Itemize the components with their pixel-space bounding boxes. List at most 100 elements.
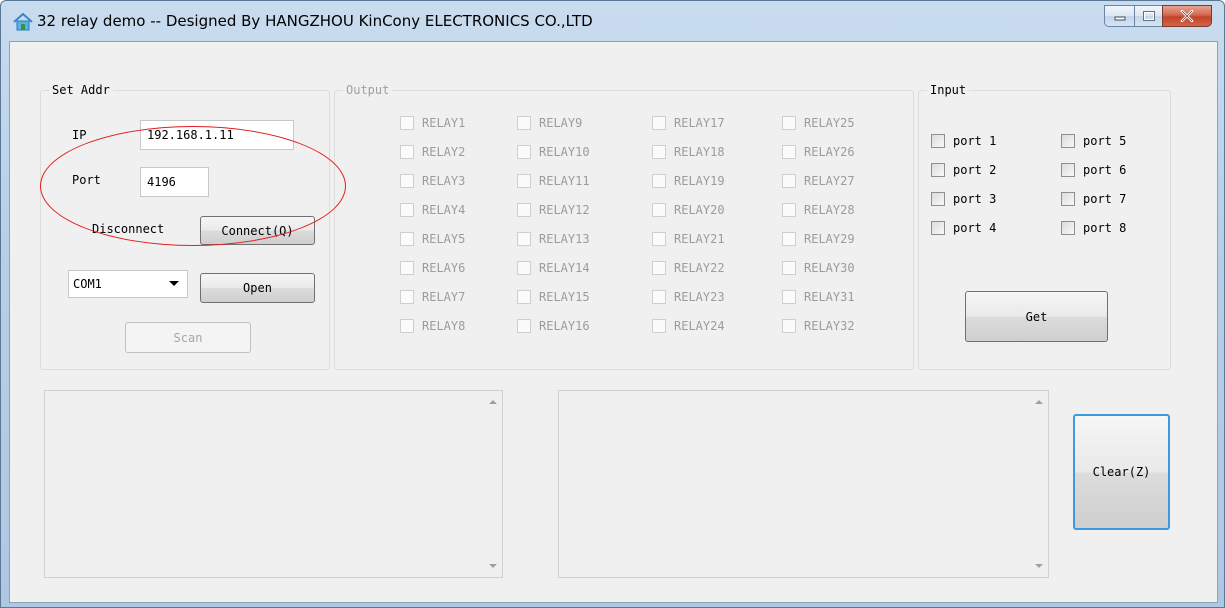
- checkbox-box[interactable]: [652, 203, 666, 217]
- relay-checkbox[interactable]: RELAY26: [782, 145, 855, 159]
- relay-checkbox[interactable]: RELAY10: [517, 145, 590, 159]
- relay-checkbox[interactable]: RELAY13: [517, 232, 590, 246]
- checkbox-box[interactable]: [652, 290, 666, 304]
- relay-checkbox[interactable]: RELAY21: [652, 232, 725, 246]
- send-log-scrollbar[interactable]: [485, 391, 502, 577]
- checkbox-box[interactable]: [400, 203, 414, 217]
- checkbox-box[interactable]: [400, 232, 414, 246]
- checkbox-box[interactable]: [782, 319, 796, 333]
- checkbox-box[interactable]: [400, 261, 414, 275]
- checkbox-box[interactable]: [1061, 134, 1075, 148]
- input-port-checkbox[interactable]: port 8: [1061, 221, 1126, 235]
- checkbox-box[interactable]: [1061, 221, 1075, 235]
- relay-checkbox[interactable]: RELAY2: [400, 145, 465, 159]
- relay-checkbox[interactable]: RELAY19: [652, 174, 725, 188]
- relay-checkbox[interactable]: RELAY27: [782, 174, 855, 188]
- relay-checkbox[interactable]: RELAY31: [782, 290, 855, 304]
- get-button[interactable]: Get: [965, 291, 1108, 342]
- relay-checkbox[interactable]: RELAY11: [517, 174, 590, 188]
- checkbox-box[interactable]: [517, 145, 531, 159]
- relay-label: RELAY32: [804, 319, 855, 333]
- minimize-button[interactable]: [1104, 5, 1134, 27]
- relay-checkbox[interactable]: RELAY22: [652, 261, 725, 275]
- checkbox-box[interactable]: [652, 174, 666, 188]
- relay-label: RELAY24: [674, 319, 725, 333]
- checkbox-box[interactable]: [652, 116, 666, 130]
- com-port-select[interactable]: COM1: [68, 270, 188, 298]
- relay-checkbox[interactable]: RELAY18: [652, 145, 725, 159]
- checkbox-box[interactable]: [400, 290, 414, 304]
- checkbox-box[interactable]: [517, 116, 531, 130]
- scroll-down-icon[interactable]: [1035, 564, 1043, 568]
- receive-log[interactable]: [558, 390, 1049, 578]
- relay-checkbox[interactable]: RELAY23: [652, 290, 725, 304]
- input-port-checkbox[interactable]: port 7: [1061, 192, 1126, 206]
- relay-checkbox[interactable]: RELAY4: [400, 203, 465, 217]
- relay-checkbox[interactable]: RELAY25: [782, 116, 855, 130]
- title-bar[interactable]: 32 relay demo -- Designed By HANGZHOU Ki…: [1, 1, 1224, 41]
- checkbox-box[interactable]: [782, 232, 796, 246]
- checkbox-box[interactable]: [652, 232, 666, 246]
- relay-checkbox[interactable]: RELAY24: [652, 319, 725, 333]
- checkbox-box[interactable]: [400, 116, 414, 130]
- checkbox-box[interactable]: [1061, 192, 1075, 206]
- relay-checkbox[interactable]: RELAY17: [652, 116, 725, 130]
- open-button[interactable]: Open: [200, 273, 315, 303]
- checkbox-box[interactable]: [517, 174, 531, 188]
- checkbox-box[interactable]: [652, 261, 666, 275]
- scan-button[interactable]: Scan: [125, 322, 251, 353]
- relay-checkbox[interactable]: RELAY7: [400, 290, 465, 304]
- scroll-up-icon[interactable]: [489, 400, 497, 404]
- checkbox-box[interactable]: [782, 116, 796, 130]
- relay-checkbox[interactable]: RELAY6: [400, 261, 465, 275]
- maximize-button[interactable]: [1134, 5, 1162, 27]
- relay-checkbox[interactable]: RELAY9: [517, 116, 582, 130]
- checkbox-box[interactable]: [517, 203, 531, 217]
- relay-checkbox[interactable]: RELAY30: [782, 261, 855, 275]
- checkbox-box[interactable]: [400, 319, 414, 333]
- checkbox-box[interactable]: [517, 319, 531, 333]
- relay-checkbox[interactable]: RELAY5: [400, 232, 465, 246]
- checkbox-box[interactable]: [782, 174, 796, 188]
- checkbox-box[interactable]: [400, 174, 414, 188]
- checkbox-box[interactable]: [517, 261, 531, 275]
- relay-checkbox[interactable]: RELAY8: [400, 319, 465, 333]
- checkbox-box[interactable]: [517, 290, 531, 304]
- scroll-down-icon[interactable]: [489, 564, 497, 568]
- relay-checkbox[interactable]: RELAY3: [400, 174, 465, 188]
- input-port-checkbox[interactable]: port 3: [931, 192, 996, 206]
- checkbox-box[interactable]: [782, 145, 796, 159]
- close-button[interactable]: [1162, 5, 1212, 27]
- relay-checkbox[interactable]: RELAY20: [652, 203, 725, 217]
- send-log[interactable]: [44, 390, 503, 578]
- checkbox-box[interactable]: [782, 261, 796, 275]
- checkbox-box[interactable]: [517, 232, 531, 246]
- checkbox-box[interactable]: [1061, 163, 1075, 177]
- clear-button[interactable]: Clear(Z): [1073, 414, 1170, 530]
- relay-checkbox[interactable]: RELAY12: [517, 203, 590, 217]
- checkbox-box[interactable]: [782, 290, 796, 304]
- relay-checkbox[interactable]: RELAY28: [782, 203, 855, 217]
- relay-checkbox[interactable]: RELAY14: [517, 261, 590, 275]
- checkbox-box[interactable]: [652, 145, 666, 159]
- relay-checkbox[interactable]: RELAY1: [400, 116, 465, 130]
- scroll-up-icon[interactable]: [1035, 400, 1043, 404]
- receive-log-scrollbar[interactable]: [1031, 391, 1048, 577]
- checkbox-box[interactable]: [931, 221, 945, 235]
- checkbox-box[interactable]: [931, 192, 945, 206]
- checkbox-box[interactable]: [931, 163, 945, 177]
- input-port-checkbox[interactable]: port 4: [931, 221, 996, 235]
- relay-checkbox[interactable]: RELAY16: [517, 319, 590, 333]
- relay-checkbox[interactable]: RELAY32: [782, 319, 855, 333]
- checkbox-box[interactable]: [652, 319, 666, 333]
- input-port-checkbox[interactable]: port 5: [1061, 134, 1126, 148]
- input-port-checkbox[interactable]: port 2: [931, 163, 996, 177]
- checkbox-box[interactable]: [782, 203, 796, 217]
- relay-checkbox[interactable]: RELAY15: [517, 290, 590, 304]
- checkbox-box[interactable]: [400, 145, 414, 159]
- relay-checkbox[interactable]: RELAY29: [782, 232, 855, 246]
- dropdown-arrow-icon[interactable]: [169, 281, 179, 286]
- input-port-checkbox[interactable]: port 1: [931, 134, 996, 148]
- checkbox-box[interactable]: [931, 134, 945, 148]
- input-port-checkbox[interactable]: port 6: [1061, 163, 1126, 177]
